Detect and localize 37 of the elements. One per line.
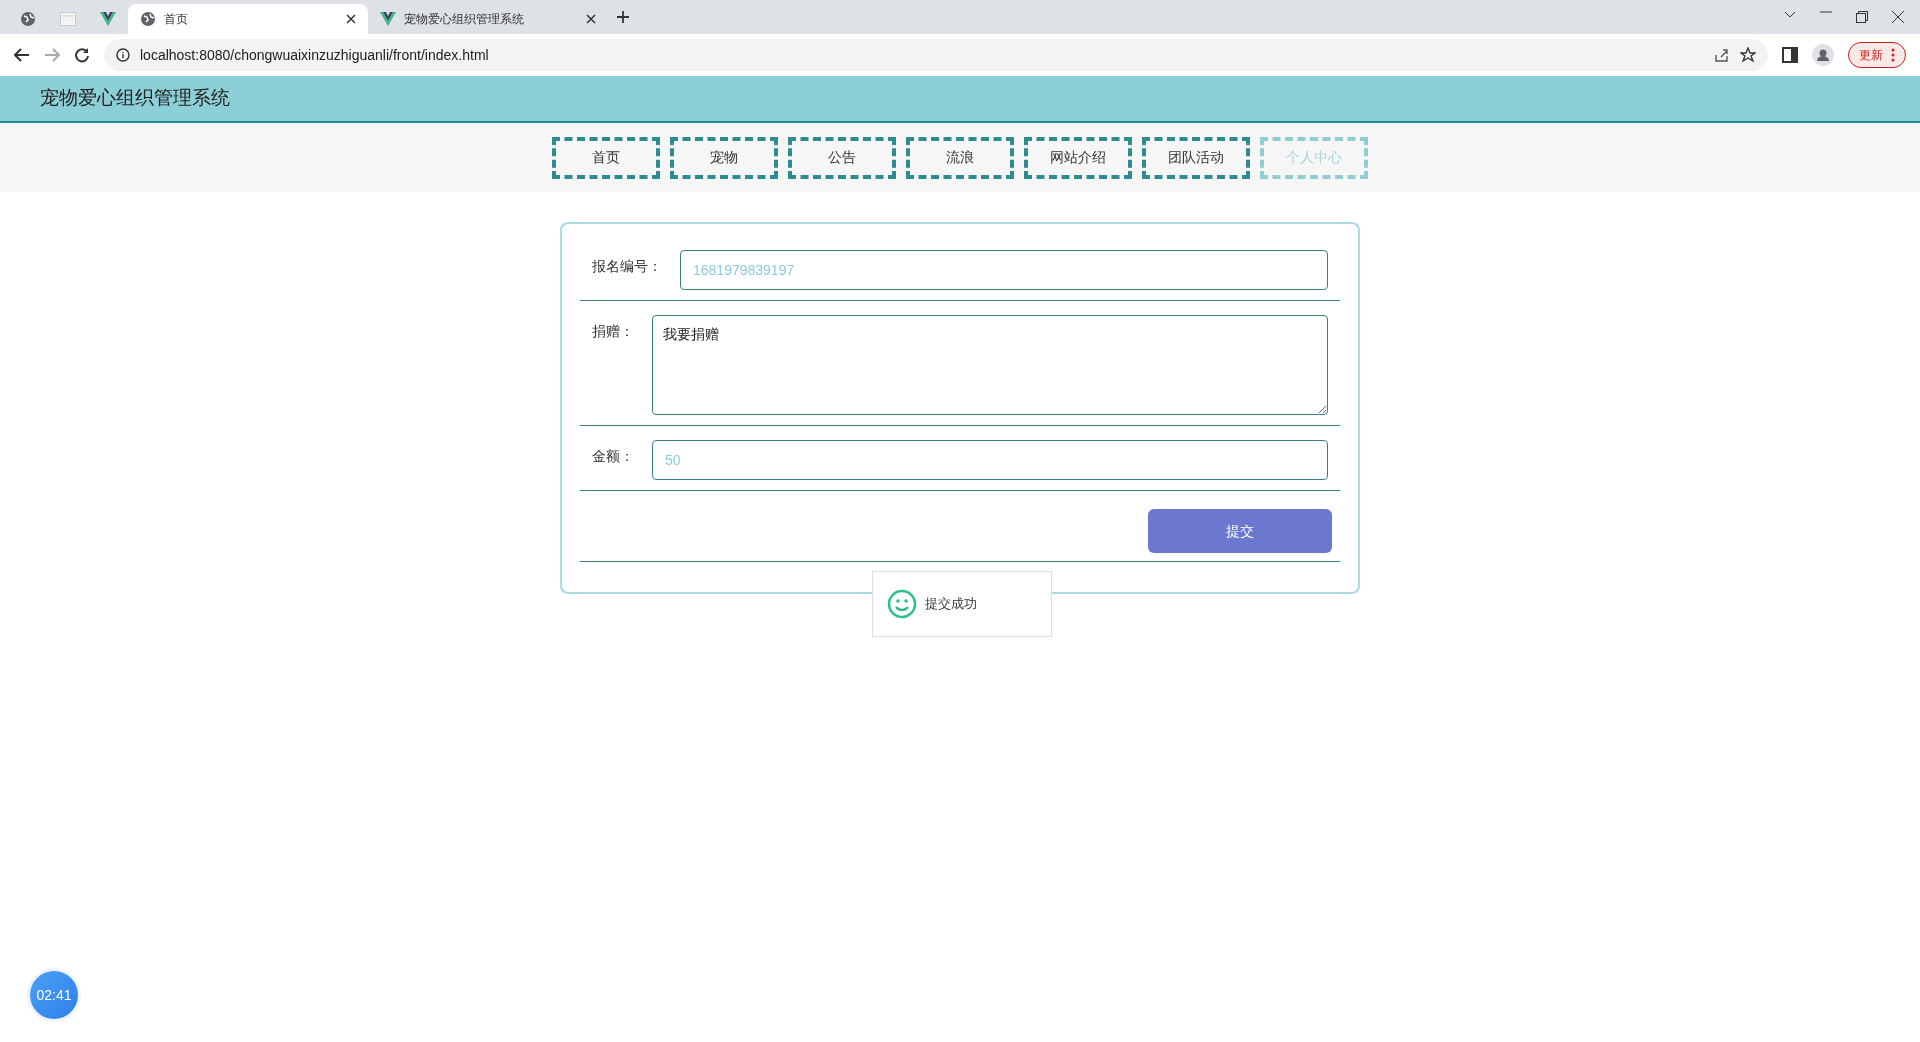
address-bar[interactable]: localhost:8080/chongwuaixinzuzhiguanli/front/index.html [104,39,1768,71]
globe-icon [140,11,156,27]
nav-link[interactable]: 宠物 [670,136,778,179]
browser-tab[interactable]: 首页 [128,4,368,34]
reload-icon[interactable] [74,47,90,63]
more-vertical-icon [1891,48,1895,62]
site-title: 宠物爱心组织管理系统 [40,86,230,111]
globe-icon [20,11,36,27]
update-button[interactable]: 更新 [1848,42,1906,68]
nav-link[interactable]: 团队活动 [1142,136,1250,179]
close-icon[interactable] [346,14,356,24]
restore-icon[interactable] [1856,11,1868,23]
star-icon[interactable] [1740,47,1756,63]
v-logo-icon [380,12,396,26]
field-label: 报名编号： [592,257,662,276]
field-label: 捐赠： [592,322,634,341]
nav-link[interactable]: 网站介绍 [1024,136,1132,179]
nav-link[interactable]: 流浪 [906,136,1014,179]
smiley-icon [887,589,917,619]
profile-icon[interactable] [1812,44,1834,66]
close-icon[interactable] [1892,11,1904,23]
v-logo-icon [100,12,116,26]
toast-text: 提交成功 [925,595,977,614]
nav-link[interactable]: 公告 [788,136,896,179]
browser-tab[interactable]: 宠物爱心组织管理系统 [368,4,608,34]
chevron-down-icon[interactable] [1784,11,1796,19]
share-icon[interactable] [1714,47,1730,63]
back-arrow-icon[interactable] [14,48,30,62]
page-icon [60,12,76,26]
submit-button[interactable]: 提交 [1148,509,1332,553]
side-panel-icon[interactable] [1782,47,1798,63]
info-icon[interactable] [116,48,130,62]
close-icon[interactable] [586,14,596,24]
text-area[interactable]: 我要捐赠 [652,315,1328,415]
field-label: 金额： [592,447,634,466]
plus-icon[interactable] [616,10,630,24]
nav-link[interactable]: 首页 [552,136,660,179]
